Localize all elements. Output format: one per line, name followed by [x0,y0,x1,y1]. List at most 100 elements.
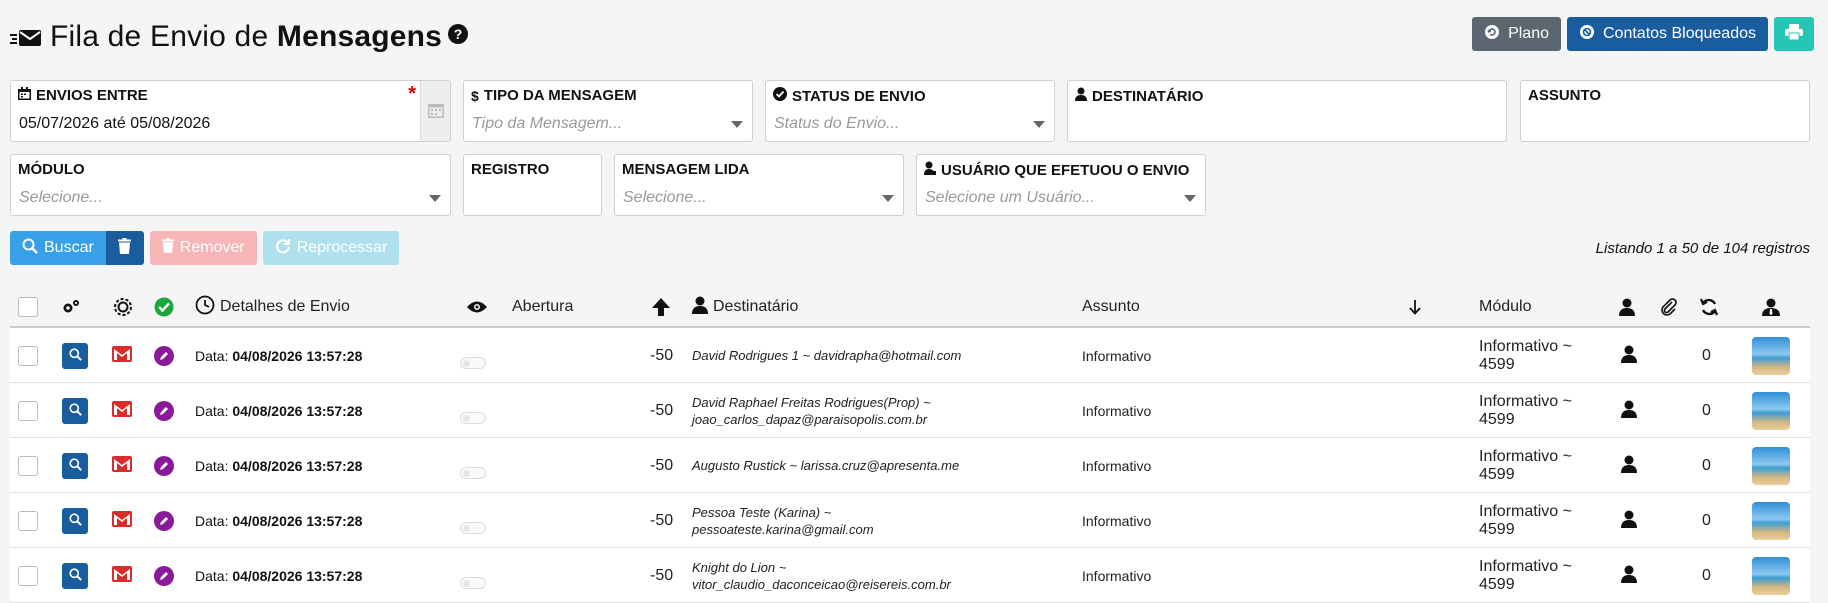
chevron-down-icon [1033,121,1045,128]
listing-count: Listando 1 a 50 de 104 registros [1595,240,1810,257]
col-abertura[interactable]: Abertura [512,286,573,328]
score: -50 [650,566,674,584]
col-assunto[interactable]: Assunto [1082,286,1140,328]
envios-entre-field[interactable]: ENVIOS ENTRE * 05/07/2026 até 05/08/2026 [10,80,451,142]
view-details-button[interactable] [62,562,88,589]
trash-icon [118,237,132,259]
module: Informativo ~4599 [1479,392,1572,428]
edit-button[interactable] [154,455,174,476]
edit-button[interactable] [154,400,174,421]
search-icon [68,457,82,474]
edit-button[interactable] [154,510,174,531]
status-envio-placeholder: Status do Envio... [774,115,900,132]
clear-filters-button[interactable] [105,231,144,265]
table-row[interactable]: Data: 04/08/2026 13:57:28 -50 David Raph… [10,383,1810,438]
modulo-field[interactable]: MÓDULO Selecione... [10,154,451,216]
score: -50 [650,401,674,419]
table-row[interactable]: Data: 04/08/2026 13:57:28 -50 Knight do … [10,548,1810,603]
user-icon [692,296,708,319]
buscar-button[interactable]: Buscar [10,231,106,265]
col-destinatario[interactable]: Destinatário [692,286,798,328]
opened-toggle[interactable] [460,356,486,369]
tipo-mensagem-field[interactable]: $ TIPO DA MENSAGEM Tipo da Mensagem... [463,80,753,142]
chevron-down-icon [1184,195,1196,202]
page-title: Fila de Envio de Mensagens [50,20,443,53]
assunto-field[interactable]: ASSUNTO [1520,80,1810,142]
user-icon[interactable] [1621,565,1637,586]
destinatario-field[interactable]: DESTINATÁRIO [1067,80,1507,142]
user-lock-icon [924,161,936,179]
select-all-checkbox[interactable] [18,297,38,317]
arrow-down-icon[interactable] [1408,286,1422,328]
score: -50 [650,346,674,364]
opened-toggle[interactable] [460,466,486,479]
view-details-button[interactable] [62,452,88,479]
retry-count: 0 [1702,511,1711,529]
user-icon[interactable] [1621,345,1637,366]
table-row[interactable]: Data: 04/08/2026 13:57:28 -50 Pessoa Tes… [10,493,1810,548]
plano-button[interactable]: Plano [1472,17,1561,51]
row-checkbox[interactable] [18,510,38,531]
chevron-down-icon [429,195,441,202]
score: -50 [650,511,674,529]
module: Informativo ~4599 [1479,557,1572,593]
registro-field[interactable]: REGISTRO [463,154,602,216]
retry-count: 0 [1702,456,1711,474]
module: Informativo ~4599 [1479,337,1572,373]
help-icon[interactable]: ? [448,24,469,44]
mensagem-lida-label: MENSAGEM LIDA [622,161,750,178]
user-icon[interactable] [1621,400,1637,421]
view-details-button[interactable] [62,507,88,534]
gmail-icon [112,346,132,365]
send-date: Data: 04/08/2026 13:57:28 [195,567,363,584]
page-header: Fila de Envio de Mensagens ? [10,14,469,60]
printer-icon [1785,23,1803,45]
reprocessar-button[interactable]: Reprocessar [262,231,400,265]
row-checkbox[interactable] [18,400,38,421]
pencil-icon [159,348,169,364]
opened-toggle[interactable] [460,411,486,424]
remover-button[interactable]: Remover [149,231,257,265]
check-circle-green-icon [154,286,174,328]
opened-toggle[interactable] [460,521,486,534]
print-button[interactable] [1774,17,1814,51]
contatos-bloqueados-button[interactable]: Contatos Bloqueados [1567,17,1768,51]
pencil-icon [159,403,169,419]
usuario-envio-field[interactable]: USUÁRIO QUE EFETUOU O ENVIO Selecione um… [916,154,1206,216]
opened-toggle[interactable] [460,576,486,589]
eye-icon [467,286,487,328]
col-detalhes[interactable]: Detalhes de Envio [195,286,350,328]
arrow-up-icon[interactable] [651,286,671,328]
envios-entre-value[interactable]: 05/07/2026 até 05/08/2026 [19,115,210,133]
paperclip-icon [1660,286,1678,328]
col-modulo[interactable]: Módulo [1479,286,1531,328]
refresh-circle-icon [1484,24,1500,45]
pencil-icon [159,568,169,584]
row-checkbox[interactable] [18,565,38,586]
user-icon[interactable] [1621,510,1637,531]
sender-avatar [1752,336,1790,375]
modulo-placeholder: Selecione... [19,189,103,206]
row-checkbox[interactable] [18,345,38,366]
table-row[interactable]: Data: 04/08/2026 13:57:28 -50 Augusto Ru… [10,438,1810,493]
mensagem-lida-field[interactable]: MENSAGEM LIDA Selecione... [614,154,904,216]
row-checkbox[interactable] [18,455,38,476]
user-icon [1075,87,1087,105]
view-details-button[interactable] [62,397,88,424]
calendar-picker-button[interactable] [420,81,450,141]
tipo-mensagem-label: TIPO DA MENSAGEM [483,87,637,104]
user-icon[interactable] [1621,455,1637,476]
gmail-icon [112,511,132,530]
recipient: David Rodrigues 1 ~ davidrapha@hotmail.c… [692,348,962,363]
table-header: Detalhes de Envio Abertura Destinatário … [10,286,1810,328]
chevron-down-icon [882,195,894,202]
status-envio-field[interactable]: STATUS DE ENVIO Status do Envio... [765,80,1055,142]
edit-button[interactable] [154,345,174,366]
edit-button[interactable] [154,565,174,586]
chevron-down-icon [731,121,743,128]
table-row[interactable]: Data: 04/08/2026 13:57:28 -50 David Rodr… [10,328,1810,383]
retry-count: 0 [1702,566,1711,584]
view-details-button[interactable] [62,342,88,369]
user-tie-icon [1762,286,1780,328]
search-icon [68,512,82,529]
